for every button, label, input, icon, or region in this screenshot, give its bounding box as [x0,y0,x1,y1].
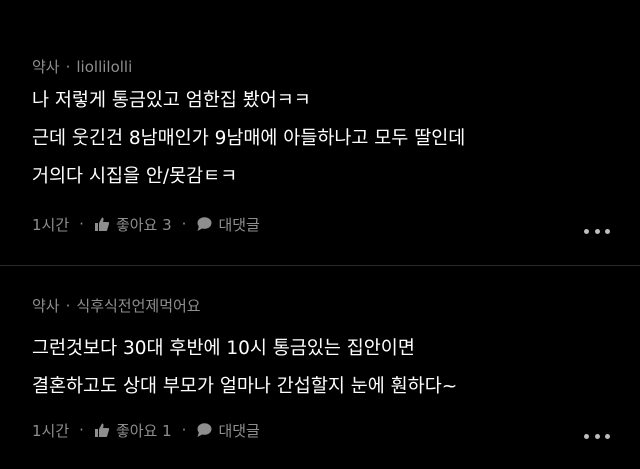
dot [584,228,589,234]
like-label: 좋아요 1 [115,421,172,440]
more-dots-icon[interactable] [584,432,610,440]
dot [594,433,600,439]
like-button[interactable]: 좋아요 3 [94,214,172,235]
comment-meta: 약사 · 식후식전언제먹어요 [32,295,201,316]
comment-body: 나 저렇게 통금있고 엄한집 봤어ㅋㅋ 근데 웃긴건 8남매인가 9남매에 아들… [32,82,622,196]
meta-separator: · [65,297,71,315]
action-separator: · [79,215,84,233]
like-button[interactable]: 좋아요 1 [94,420,172,441]
author-role: 약사 [32,297,60,315]
reply-label: 대댓글 [218,215,260,234]
reply-button[interactable]: 대댓글 [196,214,260,235]
thumbs-up-icon [94,422,110,438]
action-separator: · [181,215,187,233]
reply-label: 대댓글 [218,421,260,440]
comment-actions: 1시간 · 좋아요 3 · 대댓글 [32,212,260,236]
speech-bubble-icon [196,216,212,232]
comment-actions: 1시간 · 좋아요 1 · 대댓글 [32,418,260,442]
meta-separator: · [65,58,71,76]
dot [605,433,610,439]
comment-time: 1시간 [32,421,70,440]
comment-line: 그런것보다 30대 후반에 10시 통금있는 집안이면 [32,338,415,359]
comment-meta: 약사 · liollilolli [32,56,132,77]
thumbs-up-icon [94,216,110,232]
comment-item: 약사 · 식후식전언제먹어요 그런것보다 30대 후반에 10시 통금있는 집안이면… [0,266,640,469]
comment-item: 약사 · liollilolli 나 저렇게 통금있고 엄한집 봤어ㅋㅋ 근데 웃긴… [0,0,640,265]
author-nickname[interactable]: 식후식전언제먹어요 [76,297,200,315]
speech-bubble-icon [196,422,212,438]
more-dots-icon[interactable] [584,227,610,235]
comment-line: 거의다 시집을 안/못감ㅌㅋ [32,166,238,187]
dot [584,433,589,439]
like-label: 좋아요 3 [115,215,172,234]
comment-line: 결혼하고도 상대 부모가 얼마나 간섭할지 눈에 훤하다~ [32,376,458,397]
dot [594,228,600,234]
comment-line: 근데 웃긴건 8남매인가 9남매에 아들하나고 모두 딸인데 [32,128,466,149]
author-nickname[interactable]: liollilolli [76,58,132,76]
comment-line: 나 저렇게 통금있고 엄한집 봤어ㅋㅋ [32,90,311,111]
comment-body: 그런것보다 30대 후반에 10시 통금있는 집안이면 결혼하고도 상대 부모가… [32,330,622,406]
comment-time: 1시간 [32,215,70,234]
action-separator: · [181,421,187,439]
action-separator: · [79,421,84,439]
reply-button[interactable]: 대댓글 [196,420,260,441]
author-role: 약사 [32,58,60,76]
dot [605,228,610,234]
